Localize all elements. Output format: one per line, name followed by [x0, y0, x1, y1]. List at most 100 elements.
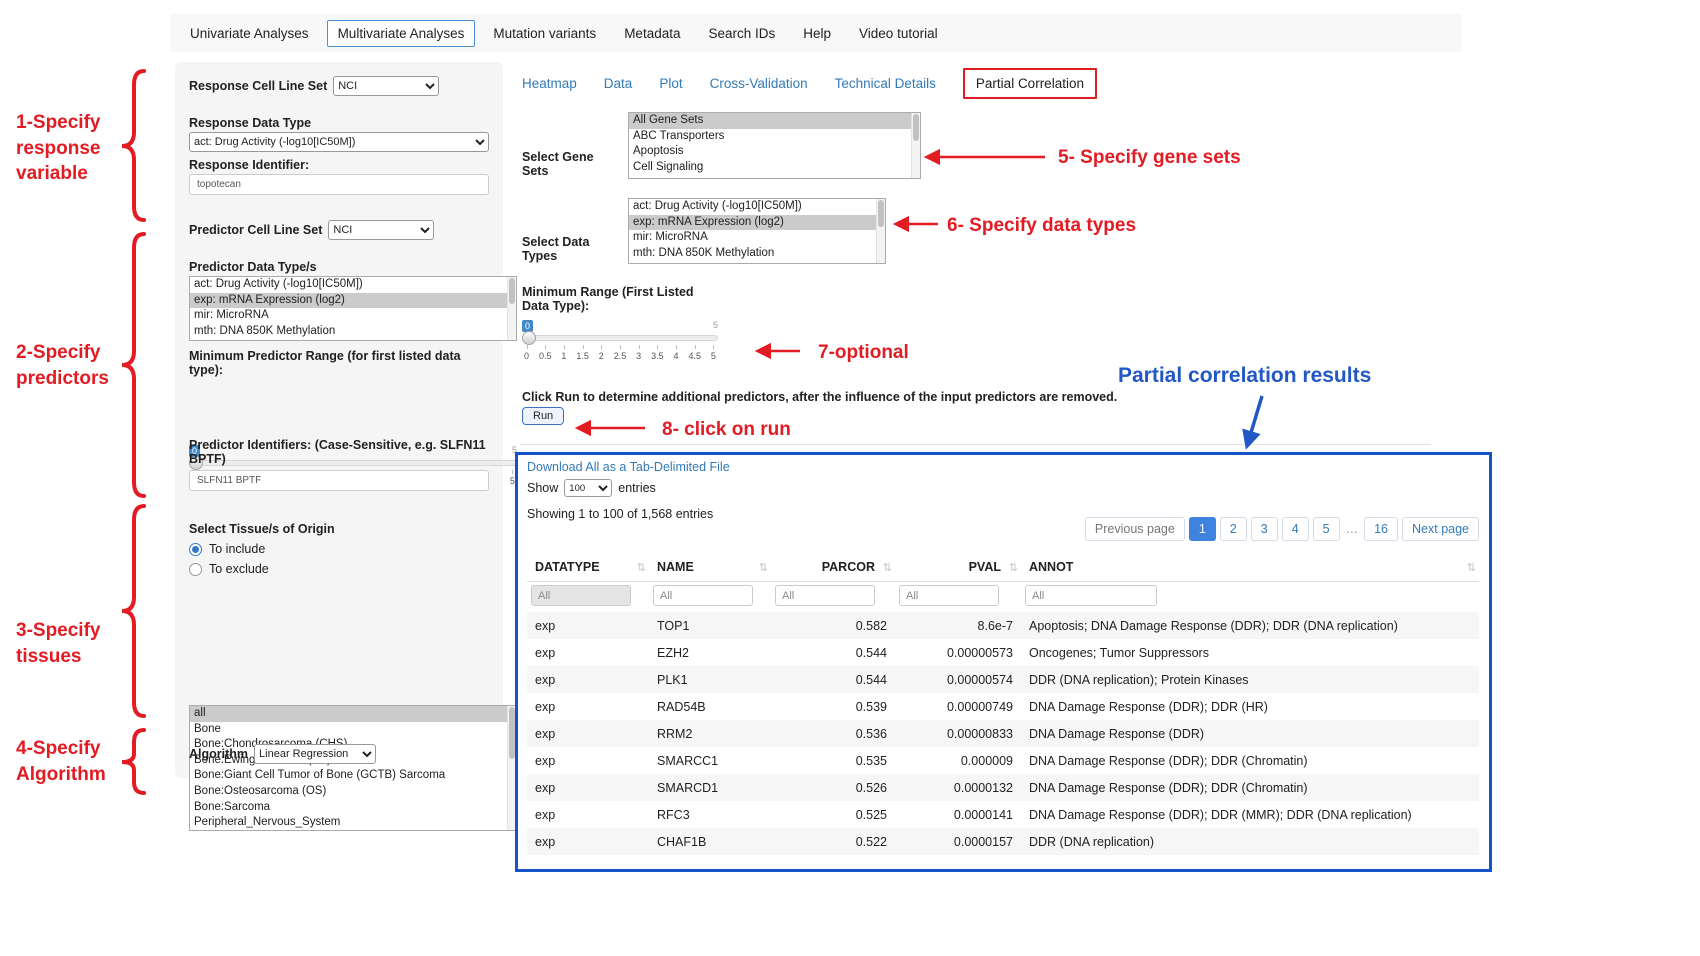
page-button-2[interactable]: 2: [1220, 517, 1247, 541]
run-button-wrap: Run: [522, 407, 564, 425]
tab-heatmap[interactable]: Heatmap: [522, 76, 577, 91]
slider-tick: 2.5: [614, 345, 627, 361]
min-range-slider: 0 5 00.511.522.533.544.55: [522, 322, 718, 364]
slider-track[interactable]: [522, 335, 718, 341]
include-radio[interactable]: [189, 543, 202, 556]
column-header-parcor[interactable]: PARCOR⇅: [771, 553, 895, 582]
option-exp-mrna-expression-log2[interactable]: exp: mRNA Expression (log2): [629, 215, 885, 231]
option-mth-dna-850k-methylation[interactable]: mth: DNA 850K Methylation: [190, 324, 516, 340]
predictor-identifiers-input[interactable]: [189, 470, 489, 491]
option-all[interactable]: all: [190, 706, 516, 722]
response-identifier-wrap: [189, 174, 489, 195]
download-link[interactable]: Download All as a Tab-Delimited File: [527, 460, 730, 474]
entries-select[interactable]: 100: [564, 479, 612, 497]
page-button-16[interactable]: 16: [1364, 517, 1398, 541]
option-bone-giant-cell-tumor-of-bone-gctb-sarcoma[interactable]: Bone:Giant Cell Tumor of Bone (GCTB) Sar…: [190, 768, 516, 784]
option-bone-sarcoma[interactable]: Bone:Sarcoma: [190, 800, 516, 816]
nav-item-univariate-analyses[interactable]: Univariate Analyses: [180, 21, 319, 46]
scrollbar[interactable]: [876, 199, 885, 263]
nav-item-search-ids[interactable]: Search IDs: [698, 21, 785, 46]
scrollbar-thumb[interactable]: [878, 200, 884, 227]
tab-plot[interactable]: Plot: [659, 76, 682, 91]
option-apoptosis[interactable]: Apoptosis: [629, 144, 920, 160]
annotation-partial-correlation-results: Partial correlation results: [1118, 364, 1371, 388]
slider-ticks: 00.511.522.533.544.55: [524, 345, 716, 361]
option-peripheral-nervous-system[interactable]: Peripheral_Nervous_System: [190, 815, 516, 831]
cell-pval: 0.000009: [895, 747, 1021, 774]
scrollbar-thumb[interactable]: [509, 278, 515, 304]
filter-input-name[interactable]: [653, 585, 753, 606]
slider-handle[interactable]: [522, 331, 536, 345]
scrollbar-thumb[interactable]: [913, 114, 919, 141]
cell-annot: Apoptosis; DNA Damage Response (DDR); DD…: [1021, 612, 1479, 639]
run-button[interactable]: Run: [522, 407, 564, 425]
option-bone[interactable]: Bone: [190, 722, 516, 738]
tab-data[interactable]: Data: [604, 76, 633, 91]
response-data-type-select[interactable]: act: Drug Activity (-log10[IC50M]): [189, 132, 489, 152]
option-all-gene-sets[interactable]: All Gene Sets: [629, 113, 920, 129]
sort-icon[interactable]: ⇅: [883, 561, 892, 574]
filter-input-datatype[interactable]: [531, 585, 631, 606]
filter-input-annot[interactable]: [1025, 585, 1157, 606]
predictor-data-types-listbox[interactable]: act: Drug Activity (-log10[IC50M])exp: m…: [189, 276, 517, 341]
algorithm-select[interactable]: Linear Regression: [254, 744, 376, 764]
previous-page-button[interactable]: Previous page: [1085, 517, 1185, 541]
sort-icon[interactable]: ⇅: [637, 561, 646, 574]
exclude-radio[interactable]: [189, 563, 202, 576]
include-radio-label: To include: [209, 542, 265, 556]
results-tabs: Heatmap Data Plot Cross-Validation Technical…: [522, 66, 1097, 100]
response-identifier-input[interactable]: [189, 174, 489, 195]
filter-input-pval[interactable]: [899, 585, 999, 606]
option-act-drug-activity-log10-ic50m[interactable]: act: Drug Activity (-log10[IC50M]): [190, 277, 516, 293]
sort-icon[interactable]: ⇅: [759, 561, 768, 574]
page-button-4[interactable]: 4: [1282, 517, 1309, 541]
predictor-identifiers-wrap: [189, 470, 489, 491]
option-mth-dna-850k-methylation[interactable]: mth: DNA 850K Methylation: [629, 246, 885, 262]
option-mir-microrna[interactable]: mir: MicroRNA: [190, 308, 516, 324]
table-row: expCHAF1B0.5220.0000157DDR (DNA replicat…: [527, 828, 1479, 855]
column-header-pval[interactable]: PVAL ⇅: [895, 553, 1021, 582]
column-header-annot[interactable]: ANNOT⇅: [1021, 553, 1479, 582]
column-header-name[interactable]: NAME⇅: [649, 553, 771, 582]
option-mir-microrna[interactable]: mir: MicroRNA: [629, 230, 885, 246]
tab-cross-validation[interactable]: Cross-Validation: [710, 76, 808, 91]
sort-icon[interactable]: ⇅: [1009, 561, 1018, 574]
scrollbar[interactable]: [507, 277, 516, 340]
option-bone-osteosarcoma-os[interactable]: Bone:Osteosarcoma (OS): [190, 784, 516, 800]
cell-name: TOP1: [649, 612, 771, 639]
column-header-datatype[interactable]: DATATYPE⇅: [527, 553, 649, 582]
option-cell-signaling[interactable]: Cell Signaling: [629, 160, 920, 176]
response-cell-line-set-select[interactable]: NCI: [333, 76, 439, 96]
results-table-wrap: DATATYPE⇅NAME⇅PARCOR⇅PVAL⇅ANNOT⇅ expTOP1…: [527, 553, 1479, 855]
predictor-cell-line-set-select[interactable]: NCI: [328, 220, 434, 240]
tab-technical-details[interactable]: Technical Details: [835, 76, 936, 91]
nav-item-multivariate-analyses[interactable]: Multivariate Analyses: [327, 20, 476, 47]
option-exp-mrna-expression-log2[interactable]: exp: mRNA Expression (log2): [190, 293, 516, 309]
brace-predictors: [122, 234, 144, 496]
gene-sets-listbox[interactable]: All Gene SetsABC TransportersApoptosisCe…: [628, 112, 921, 179]
slider-tick: 4: [674, 345, 679, 361]
scrollbar[interactable]: [911, 113, 920, 178]
option-abc-transporters[interactable]: ABC Transporters: [629, 129, 920, 145]
response-identifier-label: Response Identifier:: [189, 158, 489, 172]
next-page-button[interactable]: Next page: [1402, 517, 1479, 541]
response-data-type-label: Response Data Type: [189, 116, 489, 130]
nav-item-video-tutorial[interactable]: Video tutorial: [849, 21, 948, 46]
option-act-drug-activity-log10-ic50m[interactable]: act: Drug Activity (-log10[IC50M]): [629, 199, 885, 215]
tissues-listbox[interactable]: allBoneBone:Chondrosarcoma (CHS)Bone:Ewi…: [189, 705, 517, 831]
column-label: PVAL: [969, 560, 1001, 574]
page-button-1[interactable]: 1: [1189, 517, 1216, 541]
tab-partial-correlation[interactable]: Partial Correlation: [963, 68, 1097, 99]
sort-icon[interactable]: ⇅: [1467, 561, 1476, 574]
nav-item-metadata[interactable]: Metadata: [614, 21, 690, 46]
cell-name: PLK1: [649, 666, 771, 693]
page-button-3[interactable]: 3: [1251, 517, 1278, 541]
nav-item-mutation-variants[interactable]: Mutation variants: [483, 21, 606, 46]
tissues-label: Select Tissue/s of Origin: [189, 522, 489, 536]
table-row: expSMARCC10.5350.000009DNA Damage Respon…: [527, 747, 1479, 774]
cell-name: EZH2: [649, 639, 771, 666]
page-button-5[interactable]: 5: [1313, 517, 1340, 541]
data-types-listbox[interactable]: act: Drug Activity (-log10[IC50M])exp: m…: [628, 198, 886, 264]
nav-item-help[interactable]: Help: [793, 21, 841, 46]
filter-input-parcor[interactable]: [775, 585, 875, 606]
